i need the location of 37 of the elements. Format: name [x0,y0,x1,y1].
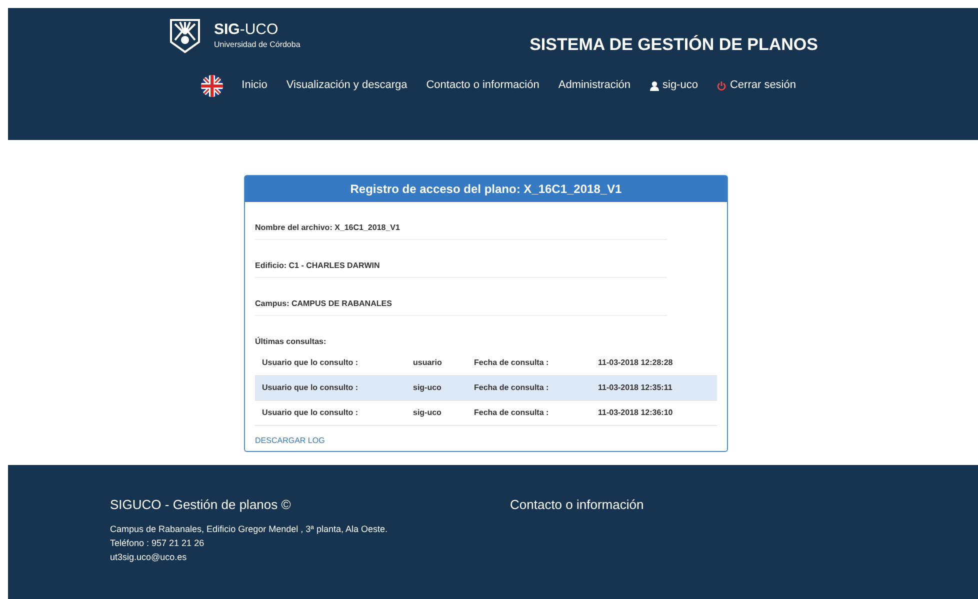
download-log-link[interactable]: DESCARGAR LOG [255,435,325,447]
table-cell-text: Usuario que lo consulto : [262,407,360,419]
table-cell-text: Fecha de consulta : [474,382,550,394]
footer-contact-title: Contacto o información [510,496,644,514]
table-cell-text: sig-uco [413,407,442,419]
table-cell-text: Fecha de consulta : [474,357,550,369]
user-link[interactable]: sig-uco [650,77,698,94]
table-cell-text: usuario [413,357,443,369]
footer-text: Teléfono : 957 21 21 26 [110,536,206,550]
footer-title: SIGUCO - Gestión de planos © [110,496,292,514]
section-label: Últimas consultas: [255,337,326,346]
table-cell: 11-03-2018 12:35:11 [598,382,672,394]
nav-link[interactable]: Inicio [242,77,268,94]
brand-title: SIG-UCO [214,20,280,40]
nav-link[interactable]: Administración [558,77,630,94]
info-field: Campus: CAMPUS DE RABANALES [255,299,392,308]
header-title: SISTEMA DE GESTIÓN DE PLANOS [530,34,818,56]
user-icon [650,80,658,90]
brand-subtitle: Universidad de Córdoba [214,39,300,52]
flag-icon[interactable] [200,74,223,96]
table-cell-text: Usuario que lo consulto : [262,382,360,394]
table-cell-text: Fecha de consulta : [474,407,550,419]
footer-text: Campus de Rabanales, Edificio Gregor Mendel , 3ª planta, Ala Oeste. [110,522,388,536]
info-field: Nombre del archivo: X_16C1_2018_V1 [255,223,400,232]
nav-link[interactable]: Contacto o información [426,77,540,94]
table-cell: 11-03-2018 12:28:28 [598,357,673,369]
panel-title: Registro de acceso del plano: X_16C1_2018_V1 [245,176,727,202]
nav-link[interactable]: Visualización y descarga [286,77,408,94]
power-icon [716,80,726,90]
logout-link[interactable]: Cerrar sesión [716,77,796,94]
footer-text: ut3sig.uco@uco.es [110,550,188,564]
shield-logo-icon [168,18,202,54]
table-cell: 11-03-2018 12:36:10 [598,407,673,419]
log-row[interactable]: Usuario que lo consulto : sig-uco Fecha de consulta : 11-03-2018 12:35:11 [255,376,717,401]
table-cell-text: Usuario que lo consulto : [262,357,360,369]
info-field: Edificio: C1 - CHARLES DARWIN [255,261,380,270]
table-cell-text: sig-uco [413,382,442,394]
